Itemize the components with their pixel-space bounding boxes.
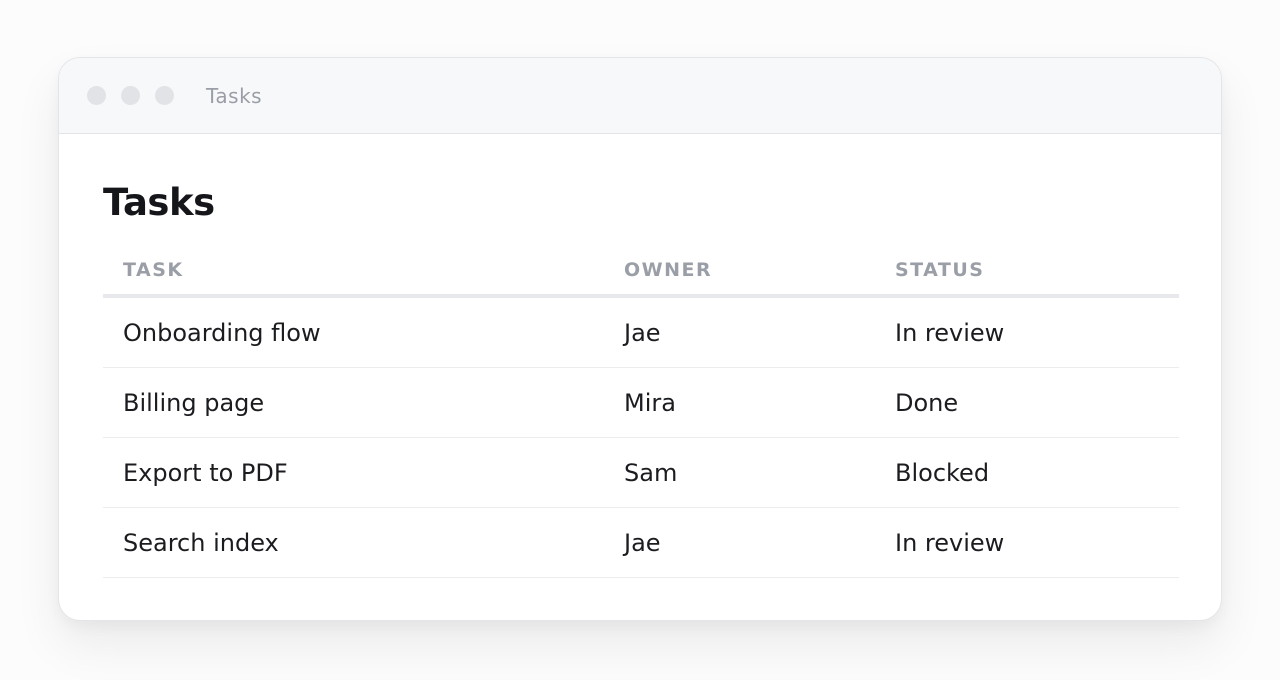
window-titlebar: Tasks [59,58,1221,134]
window-minimize-dot[interactable] [121,86,140,105]
column-header-owner[interactable]: OWNER [604,246,875,298]
window-maximize-dot[interactable] [155,86,174,105]
tasks-table: TASK OWNER STATUS Onboarding flow Jae In… [103,246,1179,578]
task-cell: Onboarding flow [103,296,604,368]
main-content: Tasks TASK OWNER STATUS Onboarding flow … [59,134,1221,578]
page-title: Tasks [103,181,215,224]
status-cell: In review [875,296,1179,368]
owner-cell: Mira [604,367,875,438]
table-header-row: TASK OWNER STATUS [103,246,1179,298]
window-close-dot[interactable] [87,86,106,105]
task-cell: Billing page [103,367,604,438]
table-row[interactable]: Onboarding flow Jae In review [103,296,1179,368]
status-cell: Done [875,367,1179,438]
table-row[interactable]: Billing page Mira Done [103,367,1179,438]
owner-cell: Sam [604,437,875,508]
column-header-task[interactable]: TASK [103,246,604,298]
window-title: Tasks [206,83,263,108]
status-cell: In review [875,507,1179,578]
column-header-status[interactable]: STATUS [875,246,1179,298]
app-window: Tasks Tasks TASK OWNER STATUS Onboarding… [58,57,1222,621]
task-cell: Search index [103,507,604,578]
table-row[interactable]: Search index Jae In review [103,507,1179,578]
status-cell: Blocked [875,437,1179,508]
task-cell: Export to PDF [103,437,604,508]
owner-cell: Jae [604,296,875,368]
owner-cell: Jae [604,507,875,578]
table-row[interactable]: Export to PDF Sam Blocked [103,437,1179,508]
